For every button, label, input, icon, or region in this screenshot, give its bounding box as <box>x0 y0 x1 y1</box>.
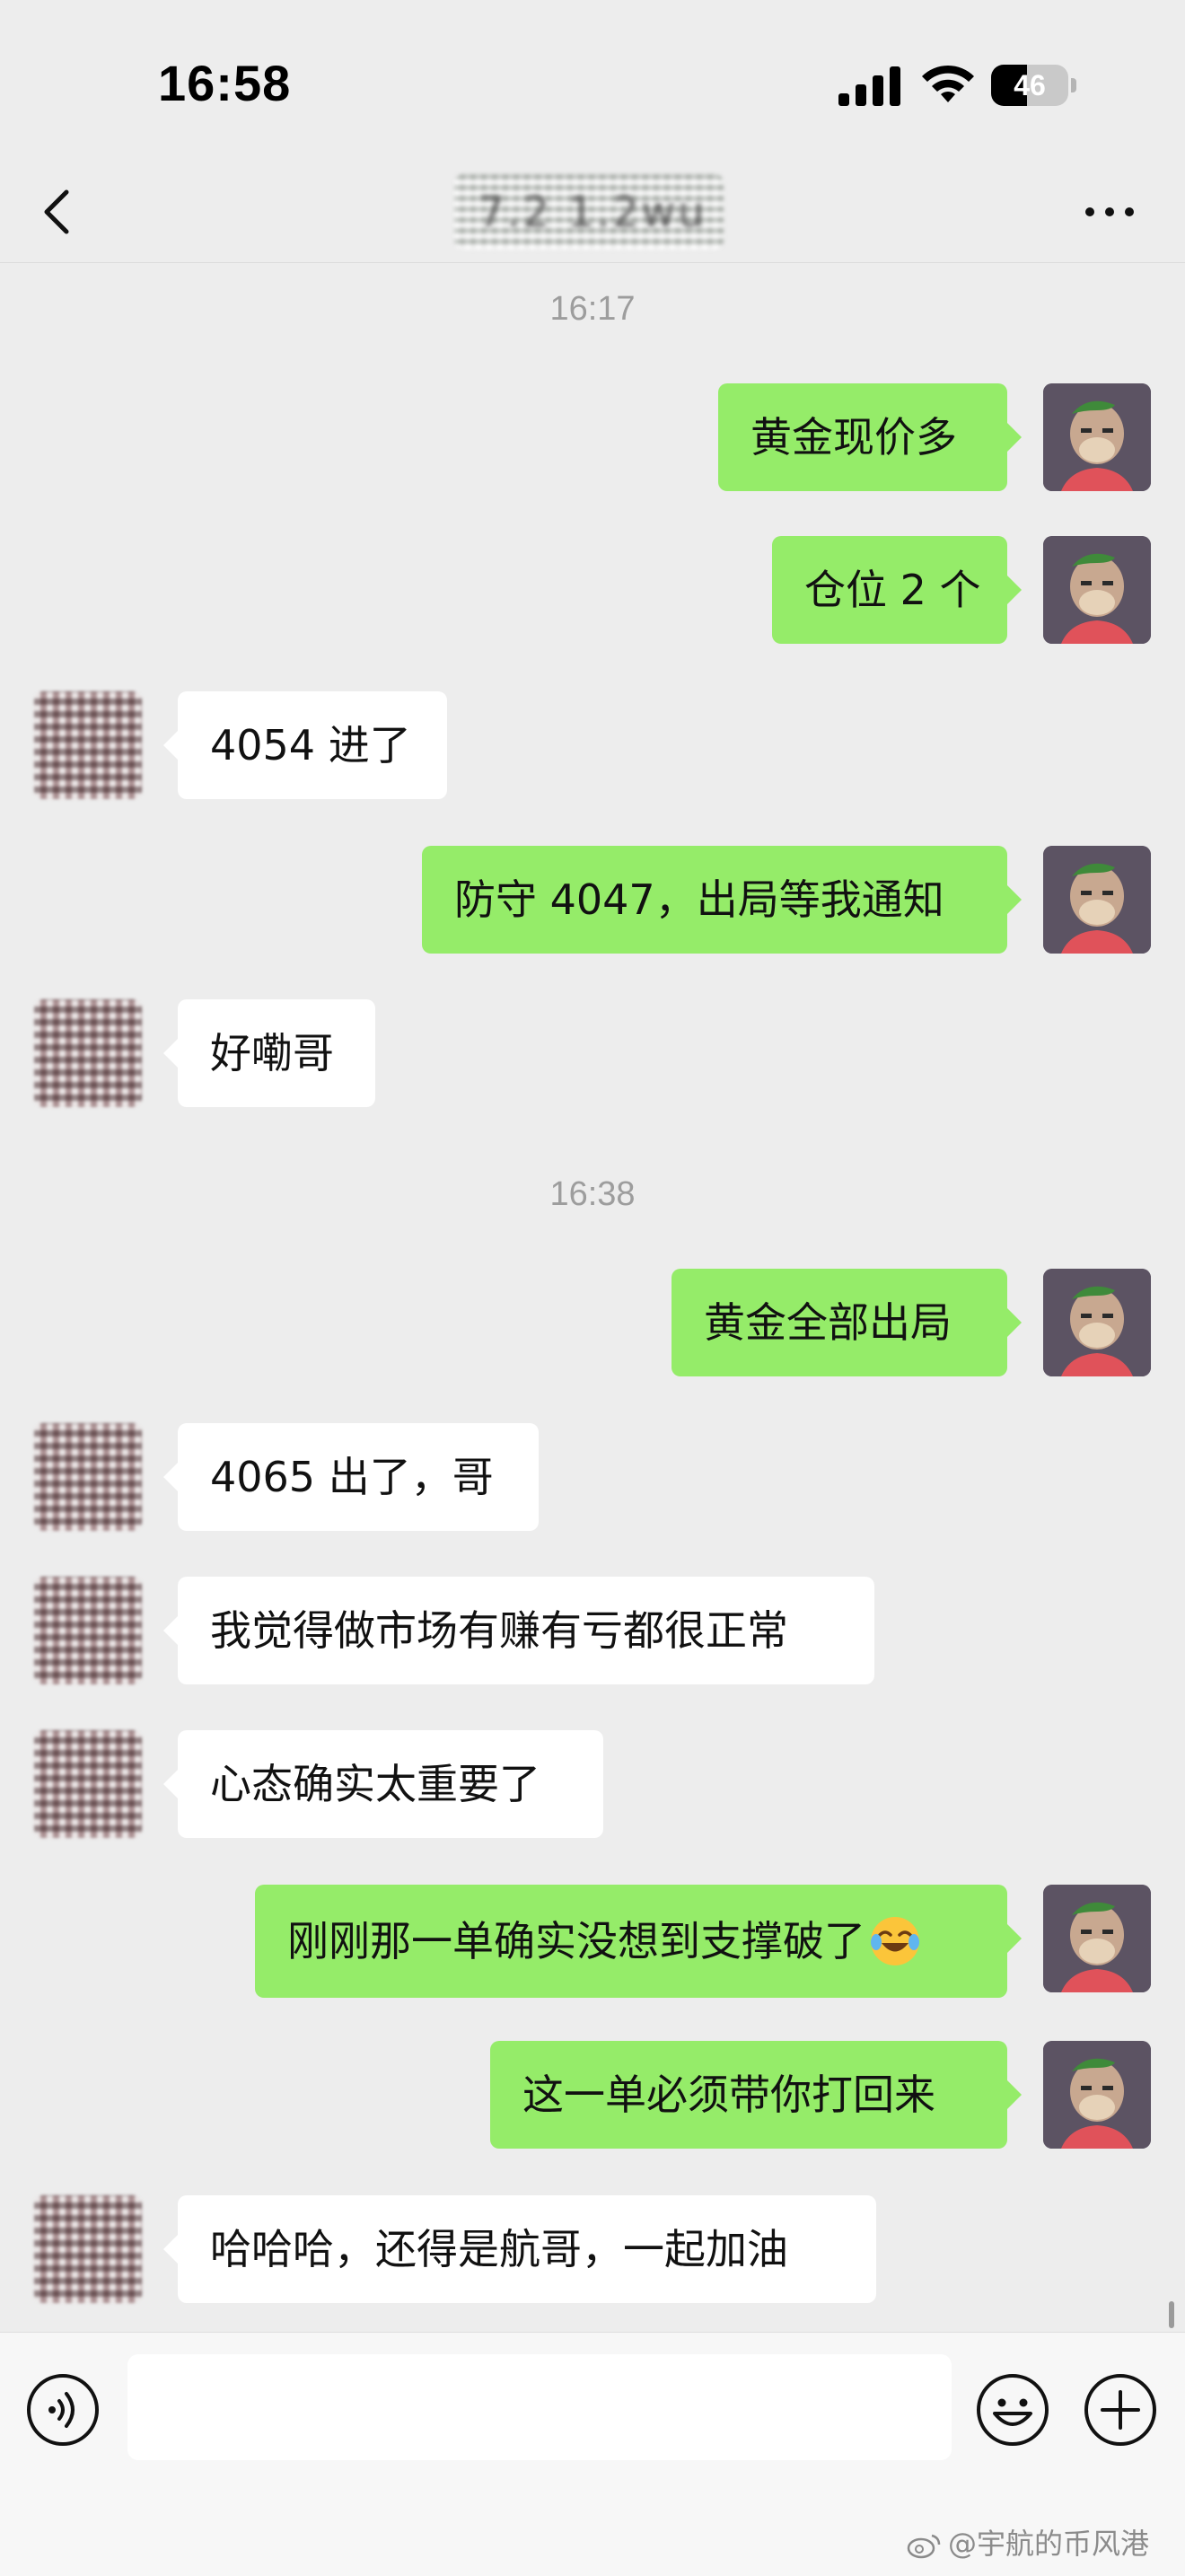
ape-avatar-icon <box>1043 1885 1151 1992</box>
chat-header: 7.2 1.2wu <box>0 162 1185 263</box>
message-bubble-self[interactable]: 黄金现价多 <box>718 383 1022 491</box>
message-text: 刚刚那一单确实没想到支撑破了 <box>287 1917 865 1965</box>
battery-level-text: 46 <box>1014 69 1046 101</box>
plus-circle-icon[interactable] <box>1083 2372 1158 2448</box>
weibo-logo-icon <box>907 2534 941 2559</box>
contact-avatar[interactable] <box>34 1730 142 1838</box>
cellular-signal-icon <box>838 66 900 106</box>
ape-avatar-icon <box>1043 383 1151 491</box>
laughing-crying-emoji <box>871 1916 919 1965</box>
voice-input-icon[interactable] <box>25 2372 101 2448</box>
message-bubble-other[interactable]: 4054 进了 <box>163 691 447 799</box>
message-list[interactable]: 16:17 黄金现价多 仓位 2 个 4054 进了 防守 4047，出局等我通… <box>0 263 1185 2332</box>
contact-avatar[interactable] <box>34 691 142 799</box>
self-avatar[interactable] <box>1043 383 1151 491</box>
message-input[interactable] <box>127 2354 952 2460</box>
battery-tip <box>1071 78 1076 92</box>
status-bar: 16:58 46 <box>0 0 1185 162</box>
message-bubble-other[interactable]: 哈哈哈，还得是航哥，一起加油 <box>163 2195 876 2303</box>
message-bubble-self[interactable]: 防守 4047，出局等我通知 <box>422 846 1022 954</box>
battery-indicator: 46 <box>991 65 1077 106</box>
self-avatar[interactable] <box>1043 2041 1151 2149</box>
message-bubble-self[interactable]: 刚刚那一单确实没想到支撑破了 <box>255 1885 1022 1998</box>
wifi-icon <box>922 65 974 102</box>
chevron-left-icon[interactable] <box>32 180 86 244</box>
scrollbar[interactable] <box>1169 2301 1174 2328</box>
self-avatar[interactable] <box>1043 1885 1151 1992</box>
message-bubble-other[interactable]: 我觉得做市场有赚有亏都很正常 <box>163 1577 874 1684</box>
message-bubble-other[interactable]: 4065 出了，哥 <box>163 1423 539 1531</box>
self-avatar[interactable] <box>1043 846 1151 954</box>
watermark: @宇航的币风港 <box>907 2521 1149 2566</box>
more-dots-icon[interactable] <box>1074 189 1146 235</box>
ape-avatar-icon <box>1043 536 1151 644</box>
ape-avatar-icon <box>1043 2041 1151 2149</box>
message-bubble-self[interactable]: 黄金全部出局 <box>672 1269 1022 1376</box>
timestamp: 16:17 <box>549 290 636 328</box>
message-bubble-self[interactable]: 仓位 2 个 <box>772 536 1022 644</box>
contact-avatar[interactable] <box>34 1577 142 1684</box>
contact-avatar[interactable] <box>34 999 142 1107</box>
contact-avatar[interactable] <box>34 2195 142 2303</box>
battery-body: 46 <box>991 65 1068 106</box>
chat-title-text: 7.2 1.2wu <box>478 188 707 236</box>
status-time: 16:58 <box>158 55 292 111</box>
emoji-smile-icon[interactable] <box>975 2372 1050 2448</box>
self-avatar[interactable] <box>1043 1269 1151 1376</box>
ape-avatar-icon <box>1043 846 1151 954</box>
contact-avatar[interactable] <box>34 1423 142 1531</box>
self-avatar[interactable] <box>1043 536 1151 644</box>
timestamp: 16:38 <box>549 1175 636 1213</box>
ape-avatar-icon <box>1043 1269 1151 1376</box>
chat-title: 7.2 1.2wu <box>377 174 808 250</box>
watermark-text: @宇航的币风港 <box>948 2527 1150 2561</box>
message-bubble-other[interactable]: 心态确实太重要了 <box>163 1730 603 1838</box>
message-bubble-other[interactable]: 好嘞哥 <box>163 999 375 1107</box>
message-bubble-self[interactable]: 这一单必须带你打回来 <box>490 2041 1022 2149</box>
